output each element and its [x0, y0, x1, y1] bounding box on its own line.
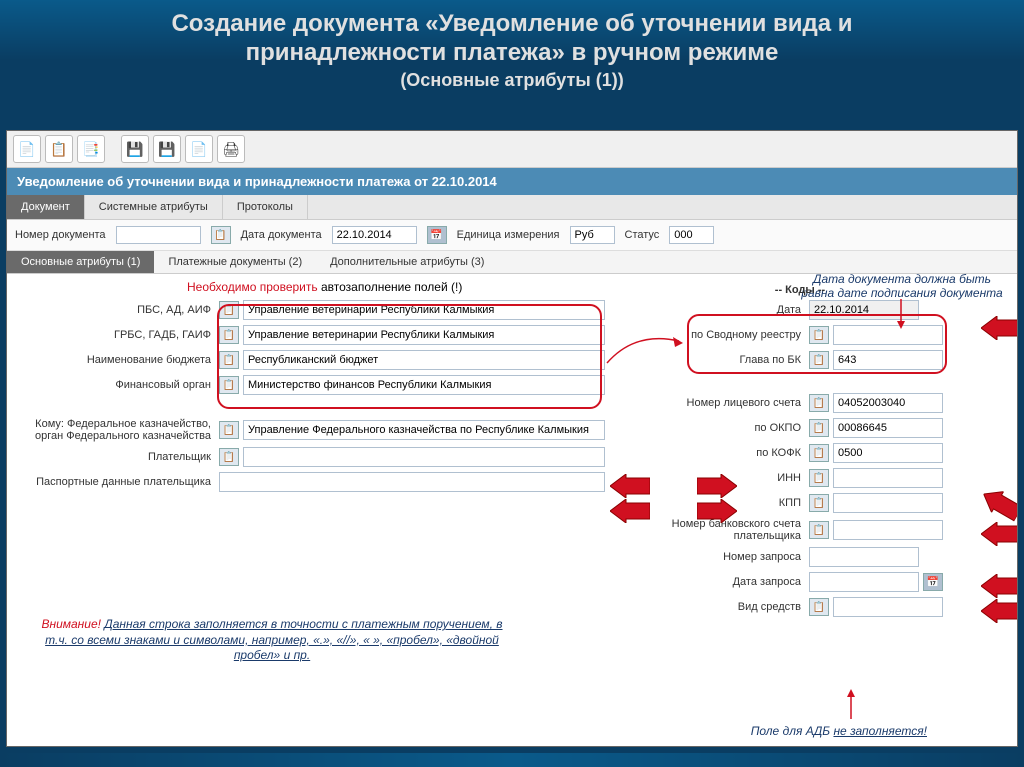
- save-as-icon[interactable]: 💾: [153, 135, 181, 163]
- doc-number-picker-icon[interactable]: 📋: [211, 226, 231, 244]
- payer-input[interactable]: [243, 447, 605, 467]
- reqdate-label: Дата запроса: [605, 576, 805, 588]
- vid-label: Вид средств: [605, 601, 805, 613]
- block-arrow-left-icon: [981, 574, 1018, 598]
- req-input[interactable]: [809, 547, 919, 567]
- arrow-connector-icon: [605, 329, 685, 369]
- block-arrow-left-icon: [981, 522, 1018, 546]
- unit-input: [570, 226, 615, 244]
- passport-input[interactable]: [219, 472, 605, 492]
- status-input: [669, 226, 714, 244]
- annotation-box-right: [687, 314, 947, 374]
- okpo-picker-icon[interactable]: 📋: [809, 419, 829, 437]
- doc-date-label: Дата документа: [241, 229, 322, 241]
- kofk-label: по КОФК: [605, 447, 805, 459]
- tab-protocols[interactable]: Протоколы: [223, 195, 308, 219]
- slide-subtitle: (Основные атрибуты (1)): [40, 70, 984, 91]
- print-icon[interactable]: 🖨: [217, 135, 245, 163]
- block-arrow-right-icon: [697, 474, 737, 498]
- new-doc-icon[interactable]: 📄: [13, 135, 41, 163]
- slide-header: Создание документа «Уведомление об уточн…: [0, 0, 1024, 95]
- ls-input[interactable]: [833, 393, 943, 413]
- app-window: 📄 📋 📑 💾 💾 📄 🖨 Уведомление об уточнении в…: [6, 130, 1018, 747]
- codes-header: -- Коды --: [605, 282, 995, 300]
- tab-system-attrs[interactable]: Системные атрибуты: [85, 195, 223, 219]
- arrow-thin-down-icon: [895, 299, 907, 329]
- inn-picker-icon[interactable]: 📋: [809, 469, 829, 487]
- fin-label: Финансовый орган: [15, 379, 215, 391]
- block-arrow-left-icon: [981, 599, 1018, 623]
- header-fields: Номер документа 📋 Дата документа 📅 Едини…: [7, 220, 1017, 251]
- subtabs: Основные атрибуты (1) Платежные документ…: [7, 251, 1017, 274]
- block-arrow-left-icon: [610, 499, 650, 523]
- form-area: Дата документа должна бытьравна дате под…: [7, 274, 1017, 744]
- open-doc-icon[interactable]: 📋: [45, 135, 73, 163]
- unit-label: Единица измерения: [457, 229, 560, 241]
- komu-input[interactable]: [243, 420, 605, 440]
- komu-picker-icon[interactable]: 📋: [219, 421, 239, 439]
- okpo-label: по ОКПО: [605, 422, 805, 434]
- kpp-picker-icon[interactable]: 📋: [809, 494, 829, 512]
- inn-input[interactable]: [833, 468, 943, 488]
- subtab-main-attrs[interactable]: Основные атрибуты (1): [7, 251, 154, 273]
- annotation-check-fields: Необходимо проверить автозаполнение поле…: [187, 280, 462, 294]
- budget-label: Наименование бюджета: [15, 354, 215, 366]
- grbs-label: ГРБС, ГАДБ, ГАИФ: [15, 329, 215, 341]
- toolbar: 📄 📋 📑 💾 💾 📄 🖨: [7, 131, 1017, 168]
- footer-stripe: [0, 753, 1024, 767]
- annotation-adb: Поле для АДБ не заполняется!: [751, 724, 927, 738]
- reqdate-calendar-icon[interactable]: 📅: [923, 573, 943, 591]
- main-tabs: Документ Системные атрибуты Протоколы: [7, 195, 1017, 220]
- slide-title: Создание документа «Уведомление об уточн…: [40, 10, 984, 68]
- payer-picker-icon[interactable]: 📋: [219, 448, 239, 466]
- doc-number-label: Номер документа: [15, 229, 106, 241]
- vid-input[interactable]: [833, 597, 943, 617]
- window-title-bar: Уведомление об уточнении вида и принадле…: [7, 168, 1017, 195]
- arrow-thin-up-icon: [845, 689, 857, 719]
- vid-picker-icon[interactable]: 📋: [809, 598, 829, 616]
- kofk-input[interactable]: [833, 443, 943, 463]
- status-label: Статус: [625, 229, 660, 241]
- doc-number-input[interactable]: [116, 226, 201, 244]
- subtab-payment-docs[interactable]: Платежные документы (2): [154, 251, 316, 273]
- pbs-label: ПБС, АД, АИФ: [15, 304, 215, 316]
- bank-picker-icon[interactable]: 📋: [809, 521, 829, 539]
- subtab-additional-attrs[interactable]: Дополнительные атрибуты (3): [316, 251, 498, 273]
- block-arrow-right-icon: [697, 499, 737, 523]
- bank-input[interactable]: [833, 520, 943, 540]
- annotation-box-left: [217, 304, 602, 409]
- export-icon[interactable]: 📑: [77, 135, 105, 163]
- block-arrow-left-icon: [981, 316, 1018, 340]
- calendar-icon[interactable]: 📅: [427, 226, 447, 244]
- kpp-input[interactable]: [833, 493, 943, 513]
- annotation-attention: Внимание! Данная строка заполняется в то…: [37, 617, 507, 664]
- block-arrow-left-icon: [610, 474, 650, 498]
- ls-label: Номер лицевого счета: [605, 397, 805, 409]
- passport-label: Паспортные данные плательщика: [15, 476, 215, 488]
- okpo-input[interactable]: [833, 418, 943, 438]
- kofk-picker-icon[interactable]: 📋: [809, 444, 829, 462]
- payer-label: Плательщик: [15, 451, 215, 463]
- check-icon[interactable]: 📄: [185, 135, 213, 163]
- reqdate-input[interactable]: [809, 572, 919, 592]
- komu-label: Кому: Федеральное казначейство, орган Фе…: [15, 418, 215, 442]
- tab-document[interactable]: Документ: [7, 195, 85, 219]
- save-icon[interactable]: 💾: [121, 135, 149, 163]
- req-label: Номер запроса: [605, 551, 805, 563]
- ls-picker-icon[interactable]: 📋: [809, 394, 829, 412]
- doc-date-input[interactable]: [332, 226, 417, 244]
